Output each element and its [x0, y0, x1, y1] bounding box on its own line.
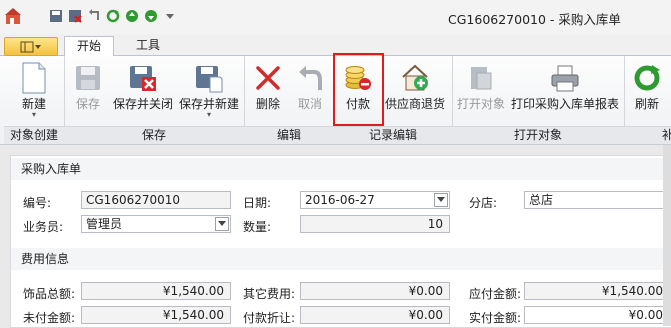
unpaid-label: 未付金额:	[23, 311, 76, 325]
code-field[interactable]: CG1606270010	[81, 191, 231, 209]
discount-field[interactable]: ¥0.00	[300, 306, 450, 324]
group-refresh: 刷新 补	[624, 56, 671, 144]
form-area: 采购入库单 编号: CG1606270010 日期: 2016-06-27 分店…	[0, 145, 671, 328]
tab-tools[interactable]: 工具	[124, 36, 172, 54]
branch-label: 分店:	[469, 196, 498, 210]
save-close-icon[interactable]	[67, 7, 83, 25]
unpaid-field[interactable]: ¥1,540.00	[81, 306, 231, 324]
down-arrow-icon[interactable]	[143, 7, 159, 25]
undo-arrow-icon	[292, 60, 328, 96]
delete-button[interactable]: 删除	[250, 60, 286, 124]
quantity-field[interactable]: 10	[300, 215, 450, 233]
chevron-down-icon[interactable]	[215, 217, 229, 231]
other-fee-field[interactable]: ¥0.00	[300, 282, 450, 300]
floppy-disk-icon	[70, 60, 106, 96]
payment-highlight-frame	[333, 53, 384, 126]
customize-qat-icon[interactable]	[162, 7, 178, 25]
save-new-button[interactable]: 保存并新建 ▾	[178, 60, 240, 124]
goods-total-label: 饰品总额:	[23, 287, 76, 301]
printer-icon	[510, 60, 620, 96]
section-fee-info: 费用信息	[11, 248, 671, 270]
paid-label: 实付金额:	[469, 311, 522, 325]
open-object-icon	[456, 60, 506, 96]
save-close-icon	[110, 60, 176, 96]
new-document-icon	[8, 60, 60, 96]
save-button[interactable]: 保存	[70, 60, 106, 124]
open-object-button[interactable]: 打开对象	[456, 60, 506, 124]
branch-select[interactable]: 总店	[524, 191, 671, 209]
refresh-icon	[626, 60, 668, 96]
clerk-select[interactable]: 管理员	[81, 215, 231, 233]
vertical-scrollbar[interactable]	[663, 145, 671, 326]
code-label: 编号:	[23, 196, 52, 210]
window-title: CG1606270010 - 采购入库单	[448, 12, 621, 27]
cancel-button[interactable]: 取消	[292, 60, 328, 124]
quantity-label: 数量:	[243, 220, 272, 234]
chevron-down-icon: ▾	[206, 110, 211, 119]
group-save: 保存 保存并关闭 保存并新建 ▾ 保存	[64, 56, 245, 144]
other-fee-label: 其它费用:	[243, 287, 296, 301]
house-return-icon	[382, 60, 448, 96]
date-field[interactable]: 2016-06-27	[300, 191, 450, 209]
new-button[interactable]: 新建 ▾	[8, 60, 60, 124]
print-report-button[interactable]: 打印采购入库单报表	[510, 60, 620, 124]
delete-x-icon	[250, 60, 286, 96]
supplier-return-button[interactable]: 供应商退货	[382, 60, 448, 124]
chevron-down-icon[interactable]	[434, 193, 448, 207]
form-panel: 采购入库单 编号: CG1606270010 日期: 2016-06-27 分店…	[10, 155, 671, 328]
quick-access-toolbar	[48, 7, 178, 25]
discount-label: 付款折让:	[243, 311, 296, 325]
paid-field[interactable]: ¥0.00	[524, 306, 670, 324]
application-menu-button[interactable]	[4, 37, 58, 56]
app-logo-icon[interactable]	[4, 6, 24, 26]
undo-icon[interactable]	[86, 7, 102, 25]
section-purchase-receipt: 采购入库单	[11, 158, 671, 180]
refresh-button[interactable]: 刷新	[626, 60, 668, 124]
refresh-icon[interactable]	[105, 7, 121, 25]
payable-label: 应付金额:	[469, 287, 522, 301]
goods-total-field[interactable]: ¥1,540.00	[81, 282, 231, 300]
clerk-label: 业务员:	[23, 220, 64, 234]
title-bar: CG1606270010 - 采购入库单	[0, 0, 671, 35]
menu-icon	[20, 41, 41, 52]
chevron-down-icon: ▾	[31, 110, 36, 119]
tab-start[interactable]: 开始	[64, 36, 115, 56]
group-edit: 删除 取消 编辑	[244, 56, 335, 144]
date-label: 日期:	[243, 196, 272, 210]
group-open-object: 打开对象 打印采购入库单报表 打开对象	[452, 56, 625, 144]
save-icon[interactable]	[48, 7, 64, 25]
payable-field[interactable]: ¥1,540.00	[524, 282, 670, 300]
save-close-button[interactable]: 保存并关闭	[110, 60, 176, 124]
up-arrow-icon[interactable]	[124, 7, 140, 25]
save-new-icon	[178, 60, 240, 96]
group-object-create: 新建 ▾ 对象创建	[4, 56, 65, 144]
